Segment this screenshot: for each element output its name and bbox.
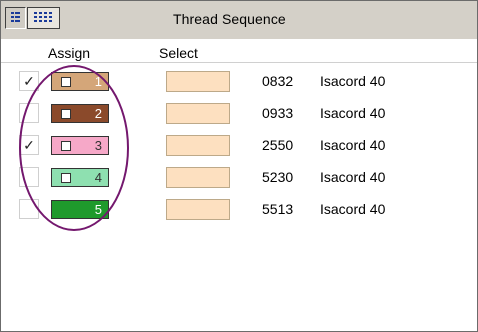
thread-row[interactable]: 4 5230 Isacord 40 — [1, 167, 477, 189]
panel-header: Thread Sequence — [1, 1, 477, 39]
assign-checkbox[interactable] — [19, 167, 39, 187]
thread-sequence-panel: Thread Sequence Assign Select ✓ 1 0832 Isac… — [0, 0, 478, 332]
list-view-button[interactable] — [5, 7, 26, 29]
assign-checkbox[interactable]: ✓ — [19, 71, 39, 91]
select-button[interactable] — [166, 167, 230, 188]
sequence-number: 2 — [94, 106, 102, 121]
swatch-box-icon — [61, 77, 71, 87]
thread-code: 5230 — [262, 169, 294, 185]
sequence-number: 5 — [94, 202, 102, 217]
thread-brand: Isacord 40 — [320, 137, 386, 153]
swatch-box-icon — [61, 109, 71, 119]
list-view-icon — [11, 12, 20, 22]
thread-color-swatch[interactable]: 5 — [51, 200, 109, 219]
select-button[interactable] — [166, 71, 230, 92]
assign-checkbox[interactable]: ✓ — [19, 135, 39, 155]
thread-color-swatch[interactable]: 4 — [51, 168, 109, 187]
header-divider — [1, 62, 477, 63]
sequence-number: 4 — [94, 170, 102, 185]
select-button[interactable] — [166, 103, 230, 124]
grid-view-icon — [34, 12, 52, 22]
thread-brand: Isacord 40 — [320, 169, 386, 185]
thread-code: 2550 — [262, 137, 294, 153]
thread-row[interactable]: ✓ 3 2550 Isacord 40 — [1, 135, 477, 157]
thread-code: 0933 — [262, 105, 294, 121]
thread-color-swatch[interactable]: 1 — [51, 72, 109, 91]
grid-view-button[interactable] — [27, 7, 60, 29]
select-button[interactable] — [166, 199, 230, 220]
thread-brand: Isacord 40 — [320, 105, 386, 121]
sequence-number: 3 — [94, 138, 102, 153]
thread-row[interactable]: 2 0933 Isacord 40 — [1, 103, 477, 125]
select-button[interactable] — [166, 135, 230, 156]
thread-row[interactable]: ✓ 1 0832 Isacord 40 — [1, 71, 477, 93]
swatch-box-icon — [61, 141, 71, 151]
thread-code: 5513 — [262, 201, 294, 217]
thread-brand: Isacord 40 — [320, 201, 386, 217]
assign-checkbox[interactable] — [19, 103, 39, 123]
thread-brand: Isacord 40 — [320, 73, 386, 89]
thread-color-swatch[interactable]: 2 — [51, 104, 109, 123]
select-column-header: Select — [159, 45, 198, 61]
sequence-number: 1 — [94, 74, 102, 89]
swatch-box-icon — [61, 173, 71, 183]
panel-title: Thread Sequence — [173, 11, 286, 27]
assign-checkbox[interactable] — [19, 199, 39, 219]
thread-code: 0832 — [262, 73, 294, 89]
thread-color-swatch[interactable]: 3 — [51, 136, 109, 155]
thread-row[interactable]: 5 5513 Isacord 40 — [1, 199, 477, 221]
assign-column-header: Assign — [48, 45, 91, 61]
